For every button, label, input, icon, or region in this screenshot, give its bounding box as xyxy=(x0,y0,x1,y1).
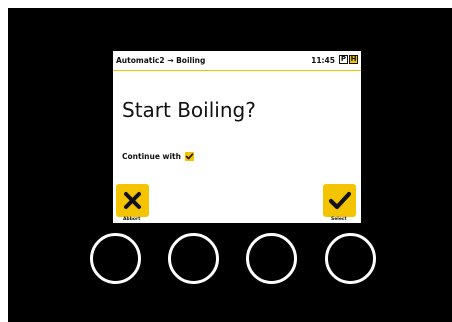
continue-checkbox[interactable] xyxy=(184,151,194,161)
dialog-title: Start Boiling? xyxy=(122,98,256,122)
checkmark-icon xyxy=(328,191,352,210)
abort-button[interactable] xyxy=(116,184,149,217)
breadcrumb: Automatic2 → Boiling xyxy=(116,56,206,65)
hardware-button-4[interactable] xyxy=(325,233,376,284)
clock-time: 11:45 xyxy=(311,56,335,65)
hardware-button-3[interactable] xyxy=(246,233,297,284)
select-label: Select xyxy=(331,217,347,222)
continue-row[interactable]: Continue with xyxy=(122,151,194,161)
checkmark-icon xyxy=(185,152,194,159)
h-status-badge: H xyxy=(349,55,358,64)
p-status-badge: P xyxy=(339,55,348,64)
close-icon xyxy=(124,192,141,209)
continue-label: Continue with xyxy=(122,151,181,161)
touch-screen: Automatic2 → Boiling 11:45 P H Start Boi… xyxy=(113,51,361,223)
select-button[interactable] xyxy=(323,184,356,217)
hardware-button-1[interactable] xyxy=(90,233,141,284)
abort-label: Abbort xyxy=(123,217,141,222)
status-header: Automatic2 → Boiling 11:45 P H xyxy=(113,51,361,71)
hardware-button-2[interactable] xyxy=(168,233,219,284)
